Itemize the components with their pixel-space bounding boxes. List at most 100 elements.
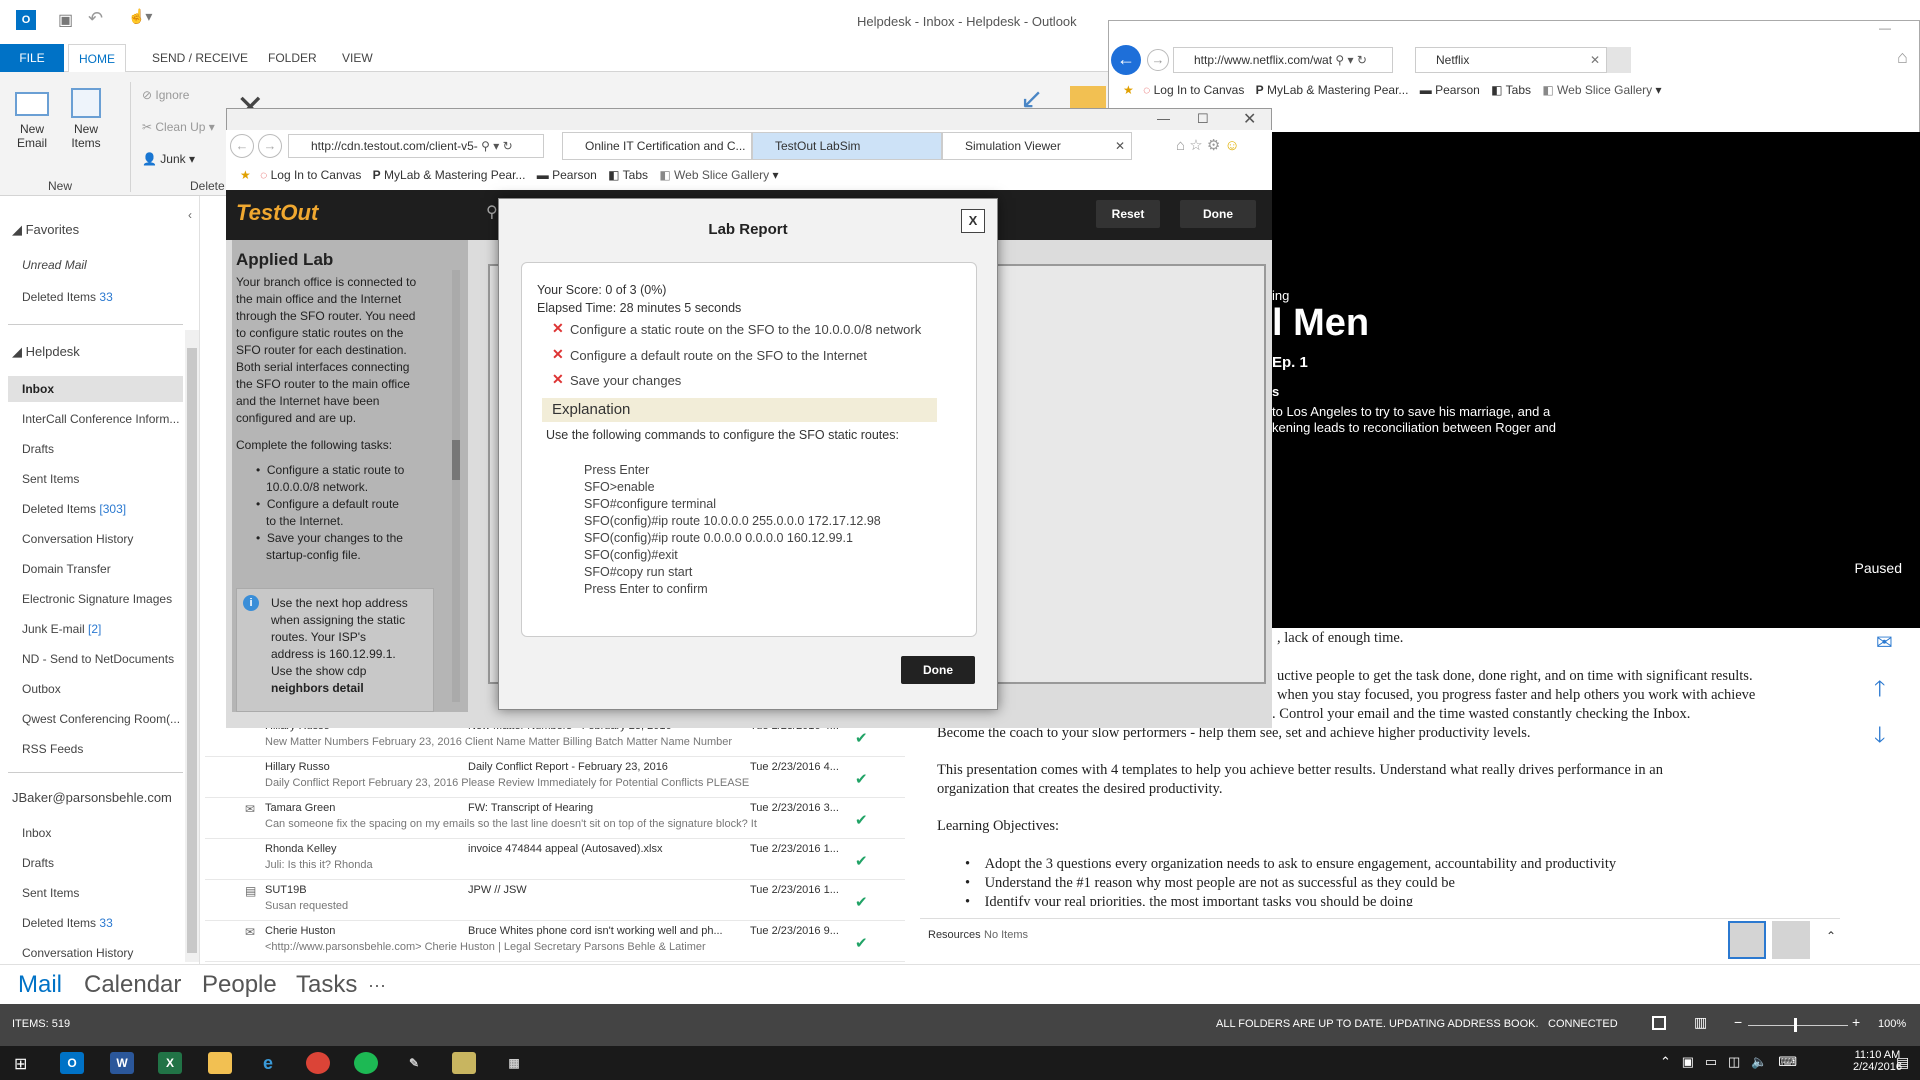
outlook-icon[interactable]: O xyxy=(60,1052,84,1074)
tab-itcert[interactable]: Online IT Certification and C... xyxy=(562,132,752,160)
clock[interactable]: 11:10 AM 2/24/2016 xyxy=(1853,1049,1902,1073)
done-button[interactable]: Done xyxy=(1180,200,1256,228)
file-explorer-icon[interactable] xyxy=(208,1052,232,1074)
account-deleted[interactable]: Deleted Items 33 xyxy=(22,916,113,930)
folder-junk[interactable]: Junk E-mail [2] xyxy=(22,622,101,636)
folder-deleted-fav[interactable]: Deleted Items 33 xyxy=(22,290,113,304)
fav-pearson[interactable]: Pearson xyxy=(1435,83,1480,97)
fav-mylab[interactable]: MyLab & Mastering Pear... xyxy=(1267,83,1408,97)
account-sent[interactable]: Sent Items xyxy=(22,886,79,900)
word-icon[interactable]: W xyxy=(110,1052,134,1074)
save-icon[interactable]: ▣ xyxy=(58,10,73,30)
folder-domain-transfer[interactable]: Domain Transfer xyxy=(22,562,111,576)
mail-row[interactable]: ✉ Cherie Huston Bruce Whites phone cord … xyxy=(205,921,905,962)
new-items-button[interactable]: New Items xyxy=(64,88,108,150)
nav-tasks[interactable]: Tasks xyxy=(296,971,357,999)
folder-inbox[interactable]: Inbox xyxy=(22,382,54,396)
tab-folder[interactable]: FOLDER xyxy=(258,44,327,72)
notifications-icon[interactable]: ▤ xyxy=(1896,1054,1909,1071)
account-conversation-history[interactable]: Conversation History xyxy=(22,946,133,960)
excel-icon[interactable]: X xyxy=(158,1052,182,1074)
dialog-close-button[interactable]: X xyxy=(961,209,985,233)
reading-view-icon[interactable]: ▥ xyxy=(1694,1014,1707,1031)
tab-labsim[interactable]: TestOut LabSim xyxy=(752,132,942,160)
app-icon[interactable]: ✎ xyxy=(402,1052,426,1074)
mail-row[interactable]: ▤ SUT19B JPW // JSW Tue 2/23/2016 1... S… xyxy=(205,880,905,921)
forward-arrow-icon[interactable]: → xyxy=(258,134,282,158)
account-drafts[interactable]: Drafts xyxy=(22,856,54,870)
folder-intercall[interactable]: InterCall Conference Inform... xyxy=(22,412,179,426)
nav-people[interactable]: People xyxy=(202,971,277,999)
folder-outbox[interactable]: Outbox xyxy=(22,682,61,696)
fav-pearson[interactable]: Pearson xyxy=(552,168,597,182)
tray-icon[interactable]: ▣ xyxy=(1682,1054,1694,1069)
mail-row[interactable]: Hillary Russo Daily Conflict Report - Fe… xyxy=(205,757,905,798)
helpdesk-header[interactable]: ◢ Helpdesk xyxy=(12,344,80,360)
new-tab-button[interactable] xyxy=(1607,47,1631,73)
undo-icon[interactable]: ↶ xyxy=(88,8,103,29)
tab-file[interactable]: FILE xyxy=(0,44,64,72)
tab-view[interactable]: VIEW xyxy=(332,44,383,72)
check-icon[interactable]: ✔ xyxy=(855,852,868,870)
close-icon[interactable]: ✕ xyxy=(1115,133,1125,159)
netflix-player[interactable]: ing l Men Ep. 1 s to Los Angeles to try … xyxy=(1272,132,1920,628)
nav-more[interactable]: ··· xyxy=(368,975,386,996)
nav-mail[interactable]: Mail xyxy=(18,971,62,999)
back-arrow-icon[interactable]: ← xyxy=(1111,45,1141,75)
mail-action-icon[interactable]: ✉ xyxy=(1876,630,1893,655)
normal-view-icon[interactable] xyxy=(1652,1016,1666,1030)
network-icon[interactable]: ◫ xyxy=(1728,1054,1740,1069)
tab-send-receive[interactable]: SEND / RECEIVE xyxy=(142,44,258,72)
maximize-icon[interactable]: ☐ xyxy=(1197,111,1209,127)
junk-button[interactable]: 👤 Junk ▾ xyxy=(142,152,195,166)
folder-rss[interactable]: RSS Feeds xyxy=(22,742,83,756)
panel-scrollbar[interactable] xyxy=(452,270,460,702)
fav-webslice[interactable]: Web Slice Gallery xyxy=(1557,83,1652,97)
star-icon[interactable]: ★ xyxy=(240,168,251,182)
keyboard-icon[interactable]: ⌨ xyxy=(1778,1054,1797,1069)
back-arrow-icon[interactable]: ← xyxy=(230,134,254,158)
tab-netflix[interactable]: Netflix ✕ xyxy=(1415,47,1607,73)
internet-explorer-icon[interactable]: e xyxy=(256,1052,280,1074)
folder-esig[interactable]: Electronic Signature Images xyxy=(22,592,172,606)
folder-unread[interactable]: Unread Mail xyxy=(22,258,87,272)
check-icon[interactable]: ✔ xyxy=(855,934,868,952)
calculator-icon[interactable]: ▦ xyxy=(502,1052,526,1074)
folder-sent[interactable]: Sent Items xyxy=(22,472,79,486)
folder-scrollbar-thumb[interactable] xyxy=(187,348,197,953)
fav-canvas[interactable]: Log In to Canvas xyxy=(271,168,362,182)
up-arrow-icon[interactable]: 🡑 xyxy=(1874,672,1885,710)
clean-up-button[interactable]: ✂ Clean Up ▾ xyxy=(142,120,215,134)
windows-start-icon[interactable]: ⊞ xyxy=(14,1054,27,1074)
home-icon[interactable]: ⌂ xyxy=(1897,47,1908,68)
panel-scrollbar-thumb[interactable] xyxy=(452,440,460,480)
app-icon[interactable] xyxy=(452,1052,476,1074)
gear-icon[interactable]: ⚙ xyxy=(1207,137,1220,154)
battery-icon[interactable]: ▭ xyxy=(1705,1054,1717,1069)
dialog-done-button[interactable]: Done xyxy=(901,656,975,684)
check-icon[interactable]: ✔ xyxy=(855,729,868,747)
tab-home[interactable]: HOME xyxy=(68,44,126,73)
home-icon[interactable]: ⌂ xyxy=(1176,137,1185,154)
chevron-up-icon[interactable]: ⌃ xyxy=(1826,929,1836,943)
mail-row[interactable]: Rhonda Kelley invoice 474844 appeal (Aut… xyxy=(205,839,905,880)
minimize-icon[interactable]: — xyxy=(1157,111,1170,126)
folder-qwest[interactable]: Qwest Conferencing Room(... xyxy=(22,712,180,726)
check-icon[interactable]: ✔ xyxy=(855,893,868,911)
folder-nd[interactable]: ND - Send to NetDocuments xyxy=(22,652,174,666)
address-bar[interactable]: http://www.netflix.com/wat ⚲ ▾ ↻ xyxy=(1173,47,1393,73)
tab-simulation-viewer[interactable]: Simulation Viewer ✕ xyxy=(942,132,1132,160)
minimize-icon[interactable]: — xyxy=(1879,21,1891,35)
check-icon[interactable]: ✔ xyxy=(855,770,868,788)
account-header[interactable]: JBaker@parsonsbehle.com xyxy=(12,790,172,805)
folder-deleted[interactable]: Deleted Items [303] xyxy=(22,502,126,516)
spotify-icon[interactable] xyxy=(354,1052,378,1074)
new-email-button[interactable]: New Email xyxy=(10,92,54,150)
star-icon[interactable]: ☆ xyxy=(1189,137,1202,154)
fav-canvas[interactable]: Log In to Canvas xyxy=(1154,83,1245,97)
avatar[interactable] xyxy=(1772,921,1810,959)
close-icon[interactable]: ✕ xyxy=(1243,109,1256,129)
account-inbox[interactable]: Inbox xyxy=(22,826,51,840)
fav-tabs[interactable]: Tabs xyxy=(623,168,648,182)
zoom-slider-thumb[interactable] xyxy=(1794,1018,1797,1032)
